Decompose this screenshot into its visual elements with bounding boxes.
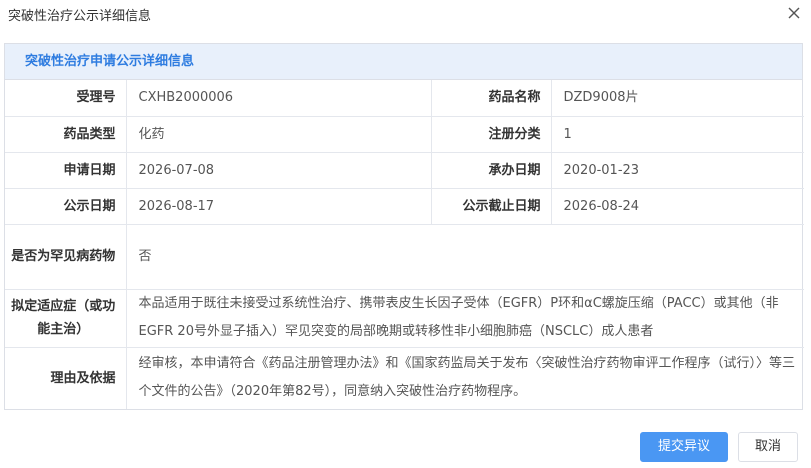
publish-date-value: 2026-08-17 xyxy=(126,188,432,225)
detail-panel: 突破性治疗申请公示详细信息 受理号 CXHB2000006 药品名称 DZD90… xyxy=(4,43,804,410)
table-row: 公示日期 2026-08-17 公示截止日期 2026-08-24 xyxy=(5,188,804,225)
reason-value: 经审核，本申请符合《药品注册管理办法》和《国家药监局关于发布〈突破性治疗药物审评… xyxy=(138,356,796,400)
dialog-titlebar: 突破性治疗公示详细信息 xyxy=(0,0,811,27)
drug-type-value: 化药 xyxy=(126,116,432,153)
drug-type-label: 药品类型 xyxy=(5,116,127,153)
cancel-button[interactable]: 取消 xyxy=(738,432,798,462)
apply-date-label: 申请日期 xyxy=(5,152,127,189)
handle-date-label: 承办日期 xyxy=(431,152,552,189)
close-icon[interactable] xyxy=(783,2,805,24)
rare-disease-label: 是否为罕见病药物 xyxy=(5,224,127,290)
drug-name-label: 药品名称 xyxy=(431,80,552,117)
table-row: 理由及依据 经审核，本申请符合《药品注册管理办法》和《国家药监局关于发布〈突破性… xyxy=(5,347,804,409)
dialog-title: 突破性治疗公示详细信息 xyxy=(8,9,152,24)
indication-value: 本品适用于既往未接受过系统性治疗、携带表皮生长因子受体（EGFR）P环和αC螺旋… xyxy=(126,289,804,348)
acceptance-no-value: CXHB2000006 xyxy=(126,80,432,117)
indication-label: 拟定适应症（或功能主治） xyxy=(5,289,127,348)
reg-class-label: 注册分类 xyxy=(431,116,552,153)
apply-date-value: 2026-07-08 xyxy=(126,152,432,189)
publish-end-label: 公示截止日期 xyxy=(431,188,552,225)
table-row: 拟定适应症（或功能主治） 本品适用于既往未接受过系统性治疗、携带表皮生长因子受体… xyxy=(5,289,804,348)
publicity-detail-dialog: 突破性治疗公示详细信息 突破性治疗申请公示详细信息 受理号 CXHB200000… xyxy=(0,0,811,468)
reg-class-value: 1 xyxy=(551,116,804,153)
drug-name-value: DZD9008片 xyxy=(551,80,804,117)
submit-objection-button[interactable]: 提交异议 xyxy=(640,432,728,462)
reason-label: 理由及依据 xyxy=(5,347,127,409)
handle-date-value: 2020-01-23 xyxy=(551,152,804,189)
table-row: 申请日期 2026-07-08 承办日期 2020-01-23 xyxy=(5,152,804,189)
publish-date-label: 公示日期 xyxy=(5,188,127,225)
publish-end-value: 2026-08-24 xyxy=(551,188,804,225)
table-row: 受理号 CXHB2000006 药品名称 DZD9008片 xyxy=(5,80,804,117)
rare-disease-value: 否 xyxy=(126,224,804,290)
table-row: 是否为罕见病药物 否 xyxy=(5,224,804,290)
acceptance-no-label: 受理号 xyxy=(5,80,127,117)
detail-table: 受理号 CXHB2000006 药品名称 DZD9008片 药品类型 化药 注册… xyxy=(5,80,804,409)
table-row: 药品类型 化药 注册分类 1 xyxy=(5,116,804,153)
panel-header: 突破性治疗申请公示详细信息 xyxy=(5,44,802,80)
